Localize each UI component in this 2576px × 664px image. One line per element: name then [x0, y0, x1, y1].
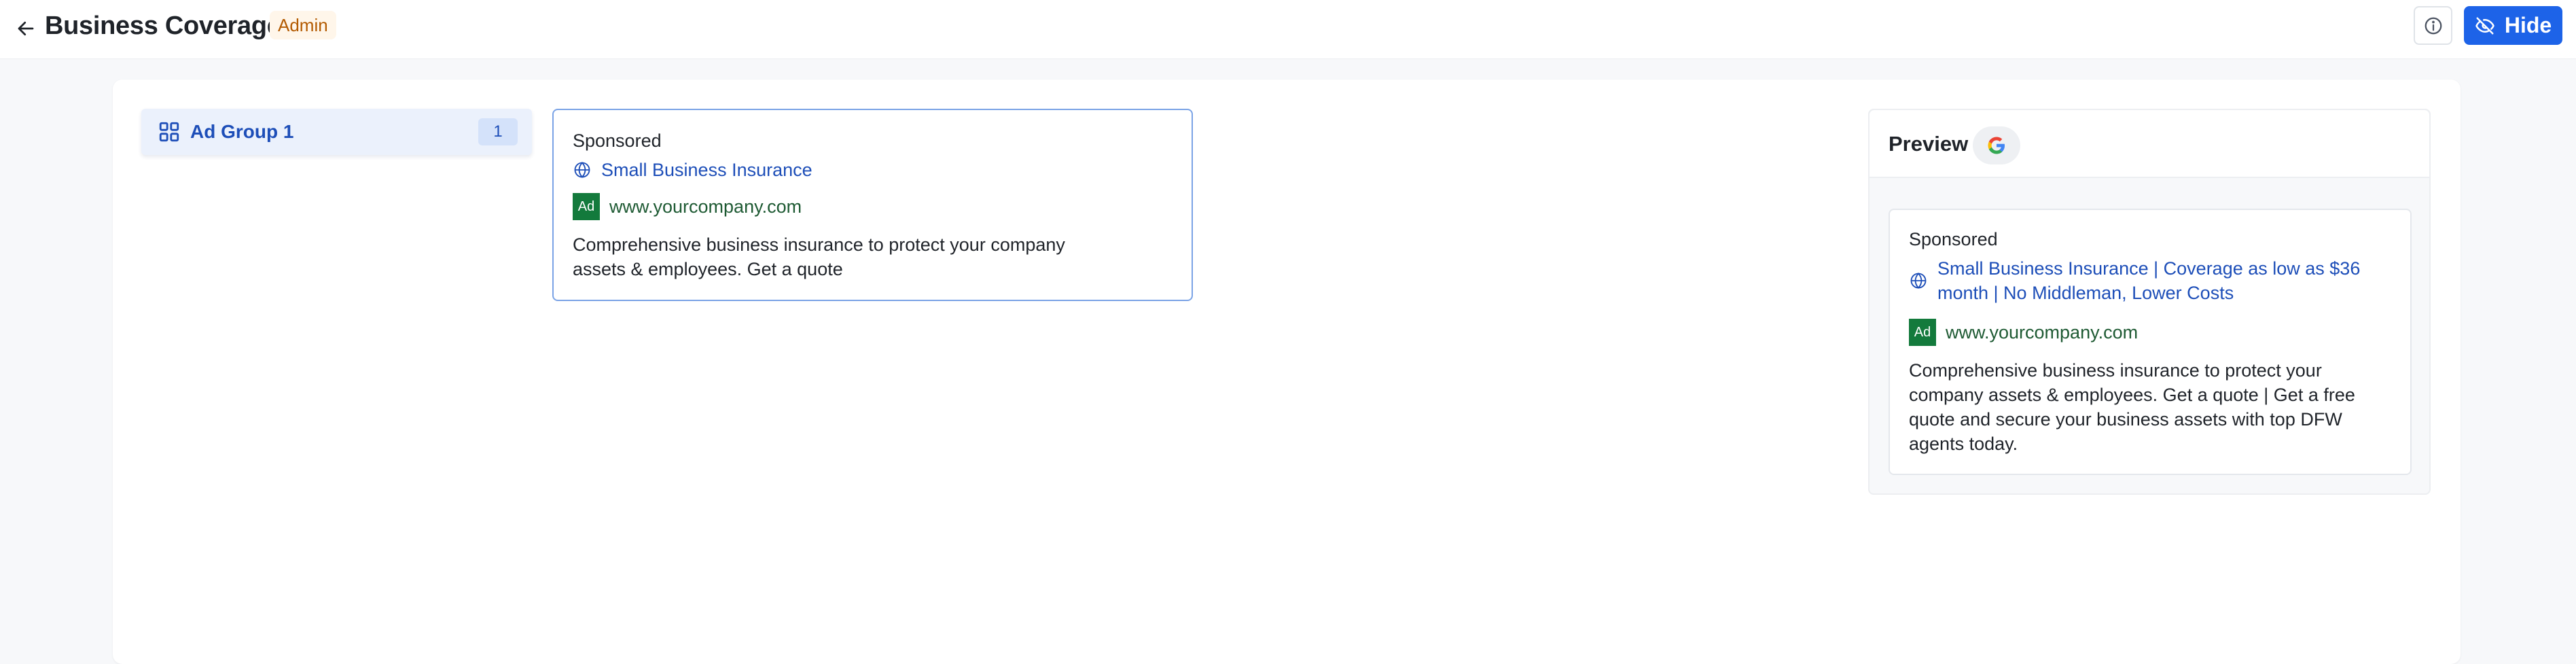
sponsored-label: Sponsored	[573, 130, 662, 151]
preview-description-line: quote and secure your business assets wi…	[1909, 409, 2342, 430]
preview-description-line: company assets & employees. Get a quote …	[1909, 385, 2355, 405]
preview-headline[interactable]: Small Business Insurance | Coverage as l…	[1937, 256, 2360, 305]
preview-display-url: www.yourcompany.com	[1946, 321, 2139, 343]
preview-headline-line: month | No Middleman, Lower Costs	[1937, 283, 2234, 303]
preview-headline-line: Small Business Insurance | Coverage as l…	[1937, 258, 2361, 279]
ad-group-item[interactable]: Ad Group 1 1	[141, 109, 532, 155]
arrow-left-icon	[18, 21, 34, 36]
ad-description: Comprehensive business insurance to prot…	[573, 232, 1065, 281]
preview-description: Comprehensive business insurance to prot…	[1909, 358, 2355, 456]
ad-description-line: assets & employees. Get a quote	[573, 259, 843, 279]
preview-sponsored-label: Sponsored	[1909, 229, 1998, 249]
back-button[interactable]	[12, 15, 39, 42]
ad-url-row: Ad www.yourcompany.com	[573, 193, 802, 220]
preview-description-line: agents today.	[1909, 434, 2018, 454]
preview-header: Preview	[1870, 110, 2429, 178]
role-badge: Admin	[270, 11, 336, 39]
top-bar: Business Coverage Admin Hide	[0, 0, 2576, 59]
ad-description-line: Comprehensive business insurance to prot…	[573, 234, 1065, 255]
hide-button[interactable]: Hide	[2464, 6, 2562, 45]
ad-headline-row: Small Business Insurance	[573, 158, 812, 182]
google-toggle[interactable]	[1973, 126, 2020, 164]
preview-title: Preview	[1889, 132, 1969, 156]
ad-headline[interactable]: Small Business Insurance	[601, 158, 812, 182]
ad-card[interactable]: Sponsored Small Business Insurance Ad ww…	[552, 109, 1193, 301]
preview-ad-badge: Ad	[1909, 319, 1936, 346]
preview-description-line: Comprehensive business insurance to prot…	[1909, 360, 2322, 381]
ad-group-count-badge: 1	[478, 118, 518, 145]
preview-ad-card: Sponsored Small Business Insurance | Cov…	[1889, 209, 2412, 475]
preview-url-row: Ad www.yourcompany.com	[1909, 319, 2138, 346]
globe-icon	[574, 162, 590, 178]
eye-off-icon	[2475, 17, 2494, 34]
preview-panel: Preview Sponsored Small Business Insuran…	[1868, 109, 2431, 495]
ad-display-url: www.yourcompany.com	[609, 196, 802, 217]
info-circle-icon	[2425, 17, 2441, 34]
info-button[interactable]	[2414, 6, 2452, 45]
google-logo-icon	[1988, 137, 2005, 154]
page-title: Business Coverage	[45, 12, 281, 40]
ad-group-label: Ad Group 1	[190, 121, 294, 142]
preview-headline-row: Small Business Insurance | Coverage as l…	[1909, 256, 2360, 305]
grid-icon	[159, 122, 179, 142]
ad-badge: Ad	[573, 193, 600, 220]
hide-button-label: Hide	[2504, 13, 2552, 37]
globe-icon	[1910, 273, 1927, 289]
